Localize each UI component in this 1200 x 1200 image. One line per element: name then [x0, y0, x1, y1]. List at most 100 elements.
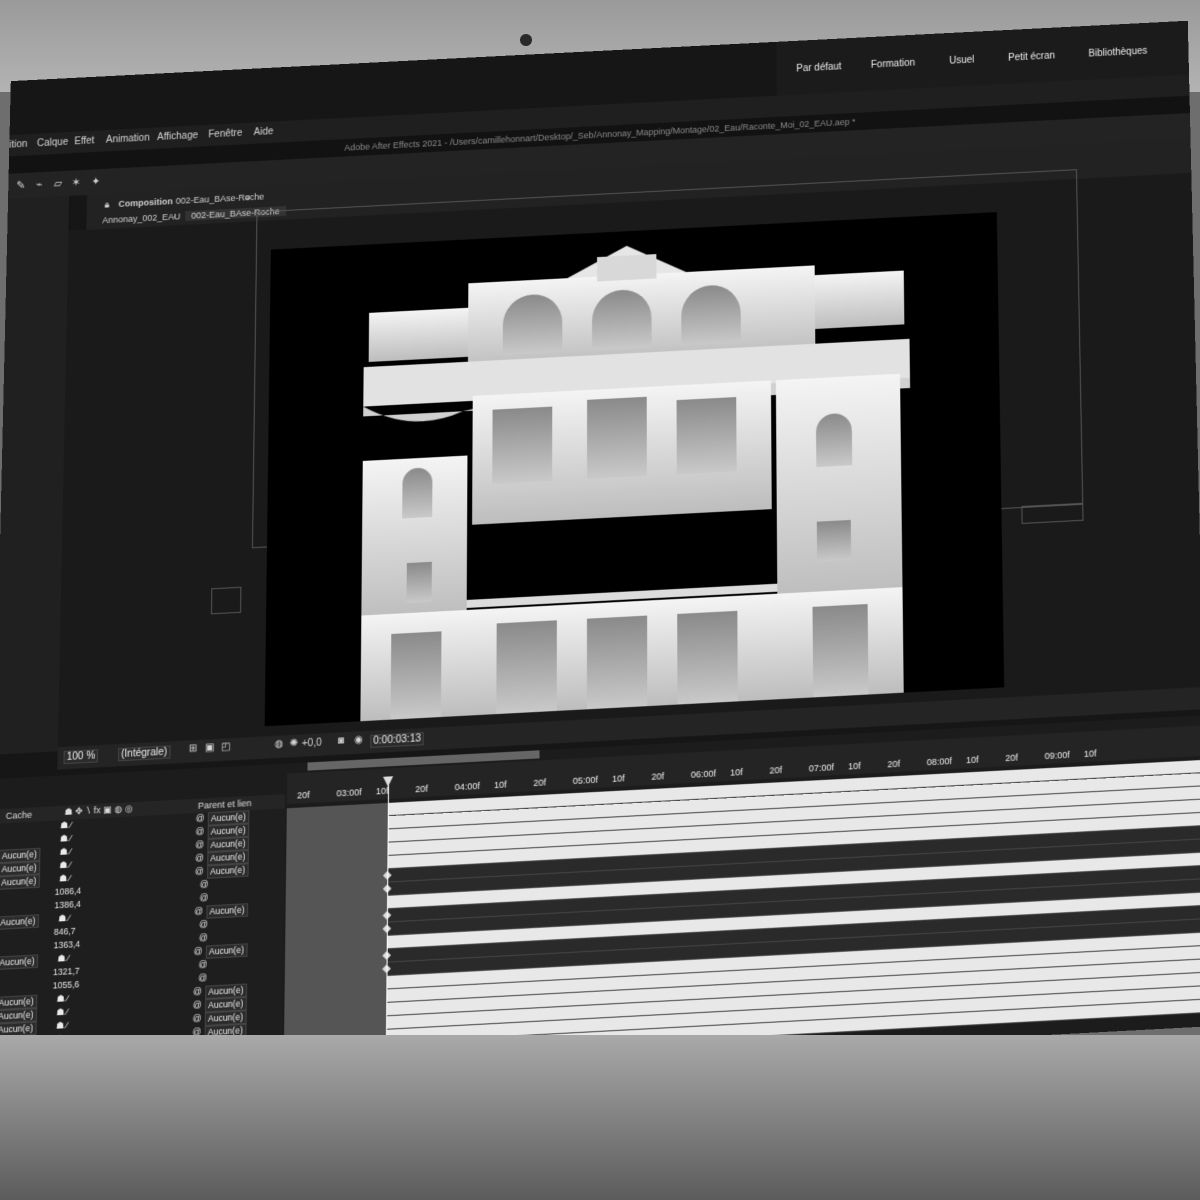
menu-aide[interactable]: Aide	[254, 126, 274, 138]
resolution-select[interactable]: (Intégrale)	[117, 745, 171, 762]
property-value[interactable]: 1386,4	[54, 899, 81, 912]
layer-switch-icon[interactable]: ☗ ∕	[56, 1020, 68, 1032]
menu-affichage[interactable]: Affichage	[157, 130, 198, 143]
composition-tab-label[interactable]: Composition	[118, 196, 172, 209]
pickwhip-icon[interactable]: @	[199, 932, 208, 944]
snapshot-icon[interactable]: ◙	[338, 735, 344, 746]
ruler-tick-label: 20f	[887, 758, 901, 770]
workspace-petit-ecran[interactable]: Petit écran	[1008, 51, 1055, 64]
ruler-tick-label: 20f	[651, 771, 665, 782]
property-value[interactable]: 1055,6	[53, 979, 80, 992]
lock-icon[interactable]: 🔒︎	[105, 200, 110, 211]
ruler-tick-label: 08:00f	[926, 755, 953, 768]
pickwhip-icon[interactable]: @	[199, 892, 209, 904]
timeline-graph[interactable]: 20f 03:00f 10f 20f 04:00f 10f 20f 05:00f 10f 20f 0…	[283, 715, 1200, 1076]
building-facade-render	[360, 242, 911, 722]
column-parent: Parent et lien	[197, 797, 252, 811]
switches-icon: ☗ ✥ ∖ fx ▣ ◍ ◎	[64, 803, 133, 817]
menu-composition[interactable]: ition	[9, 139, 27, 151]
property-value[interactable]: 1363,4	[54, 939, 81, 952]
layer-switch-icon[interactable]: ☗ ∕	[60, 820, 72, 832]
ruler-tick-label: 10f	[730, 766, 743, 778]
menu-fenetre[interactable]: Fenêtre	[208, 128, 242, 140]
workspace-bibliotheques[interactable]: Bibliothèques	[1088, 46, 1147, 60]
composition-tab-name[interactable]: 002-Eau_BAse-Roche	[176, 192, 265, 206]
column-cache: Cache	[5, 809, 33, 822]
breadcrumb-parent[interactable]: Annonay_002_EAU	[102, 211, 180, 225]
ruler-tick-label: 10f	[375, 785, 389, 797]
layer-switch-icon[interactable]: ☗ ∕	[59, 859, 71, 871]
ruler-tick-label: 20f	[297, 789, 310, 801]
menu-animation[interactable]: Animation	[106, 133, 150, 146]
layer-bounds-guide	[210, 586, 242, 615]
pickwhip-icon[interactable]: @	[195, 839, 204, 851]
desk-foreground	[0, 1035, 1200, 1200]
layer-switch-icon[interactable]: ☗ ∕	[56, 993, 68, 1005]
composition-canvas[interactable]	[264, 212, 1005, 727]
ruler-tick-label: 07:00f	[808, 762, 835, 774]
property-value[interactable]: 1086,4	[55, 885, 82, 898]
tab-menu-icon[interactable]: ≡	[245, 192, 250, 202]
ruler-tick-label: 05:00f	[572, 774, 599, 787]
show-snapshot-icon[interactable]: ◉	[354, 734, 363, 746]
roto-tool-icon[interactable]: ✶	[71, 176, 83, 189]
exposure-value[interactable]: +0,0	[302, 737, 322, 749]
brush-tool-icon[interactable]: ⌁	[36, 178, 48, 191]
ruler-tick-label: 10f	[965, 754, 979, 766]
webcam	[520, 34, 532, 46]
ruler-tick-label: 20f	[415, 783, 428, 795]
grid-icon[interactable]: ⊞	[189, 743, 198, 755]
ruler-tick-label: 06:00f	[690, 768, 717, 780]
region-icon[interactable]: ◰	[221, 741, 231, 753]
pickwhip-icon[interactable]: @	[194, 946, 203, 958]
mask-icon[interactable]: ▣	[205, 742, 215, 754]
layer-switch-icon[interactable]: ☗ ∕	[58, 913, 70, 925]
workspace-default[interactable]: Par défaut	[796, 62, 841, 75]
pickwhip-icon[interactable]: @	[200, 879, 209, 891]
menu-calque[interactable]: Calque	[37, 137, 68, 149]
pickwhip-icon[interactable]: @	[195, 852, 204, 864]
ruler-tick-label: 20f	[533, 777, 547, 789]
layer-bars	[284, 759, 1200, 1076]
layer-bounds-guide	[1021, 502, 1084, 524]
composition-viewer[interactable]	[57, 169, 1200, 748]
layer-switch-icon[interactable]: ☗ ∕	[60, 846, 72, 858]
current-timecode[interactable]: 0:00:03:13	[370, 732, 424, 749]
pickwhip-icon[interactable]: @	[194, 906, 203, 918]
pickwhip-icon[interactable]: @	[193, 999, 202, 1011]
layer-switch-icon[interactable]: ☗ ∕	[60, 833, 72, 845]
zoom-select[interactable]: 100 %	[63, 749, 99, 765]
pickwhip-icon[interactable]: @	[198, 959, 207, 971]
exposure-icon[interactable]: ✺	[290, 738, 299, 750]
breadcrumb-chevron-icon: ‹	[173, 211, 177, 222]
ruler-tick-label: 20f	[1005, 752, 1019, 764]
pickwhip-icon[interactable]: @	[199, 919, 208, 931]
pen-tool-icon[interactable]: ✎	[16, 179, 28, 192]
pickwhip-icon[interactable]: @	[193, 1013, 202, 1025]
ruler-tick-label: 10f	[493, 779, 507, 791]
ruler-tick-label: 04:00f	[454, 780, 480, 793]
ruler-tick-label: 09:00f	[1044, 749, 1070, 762]
ruler-tick-label: 20f	[769, 764, 783, 776]
color-channel-icon[interactable]: ◍	[274, 738, 283, 750]
ruler-tick-label: 03:00f	[336, 787, 362, 799]
ruler-tick-label: 10f	[612, 773, 625, 784]
pickwhip-icon[interactable]: @	[196, 813, 205, 825]
puppet-tool-icon[interactable]: ✦	[91, 175, 103, 188]
pickwhip-icon[interactable]: @	[193, 986, 202, 998]
workspace-usuel[interactable]: Usuel	[949, 55, 974, 67]
property-value[interactable]: 1321,7	[53, 966, 80, 979]
pickwhip-icon[interactable]: @	[195, 826, 204, 838]
eraser-tool-icon[interactable]: ▱	[54, 177, 66, 190]
pickwhip-icon[interactable]: @	[195, 866, 204, 878]
layer-switch-icon[interactable]: ☗ ∕	[57, 953, 69, 965]
after-effects-window: Par défaut Formation Usuel Petit écran B…	[0, 20, 1200, 1092]
layer-switch-icon[interactable]: ☗ ∕	[59, 873, 71, 885]
property-value[interactable]: 846,7	[54, 926, 76, 938]
ruler-tick-label: 10f	[1083, 748, 1097, 760]
pickwhip-icon[interactable]: @	[198, 972, 207, 984]
workspace-formation[interactable]: Formation	[871, 58, 915, 71]
menu-effet[interactable]: Effet	[74, 136, 94, 148]
layer-switch-icon[interactable]: ☗ ∕	[56, 1006, 68, 1018]
ruler-tick-label: 10f	[848, 760, 861, 772]
